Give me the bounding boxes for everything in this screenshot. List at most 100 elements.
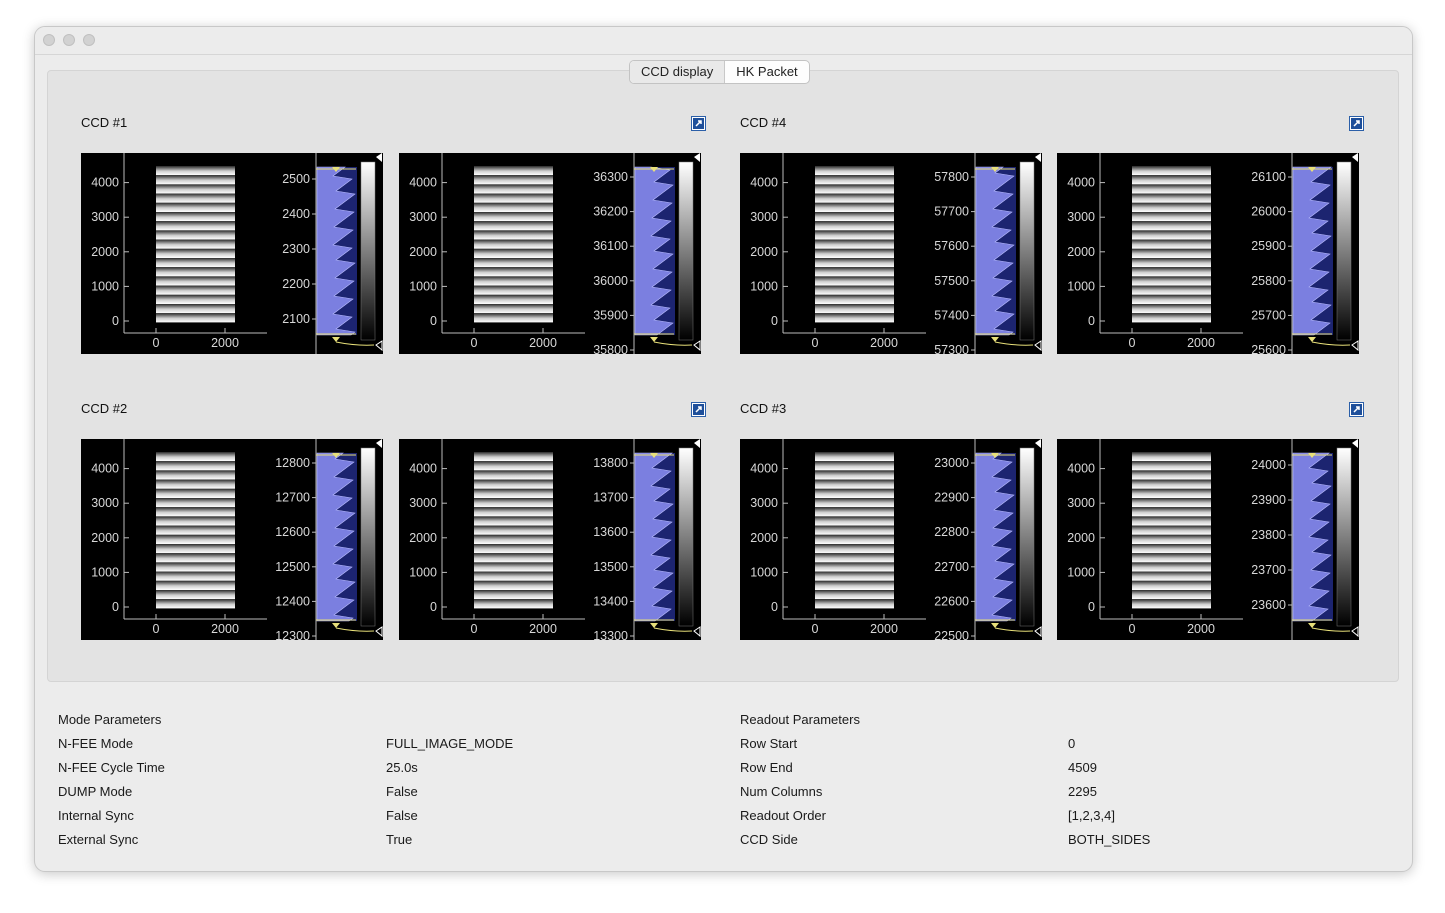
ccd-plot-canvas[interactable]: 0 1000 2000 3000 4000 0 2000 13800 13700 13600 135… — [399, 439, 701, 640]
histogram-tick: 12300 — [275, 629, 310, 640]
histogram-tick: 22500 — [934, 629, 969, 640]
histogram-widget[interactable]: 36300 36200 36100 36000 35900 35800 — [593, 153, 701, 354]
histogram-tick: 23900 — [1251, 493, 1286, 507]
ccd-2-expand-icon[interactable] — [691, 402, 706, 417]
ccd-1-expand-icon[interactable] — [691, 116, 706, 131]
image-x-tick: 0 — [153, 336, 160, 350]
image-y-tick: 4000 — [409, 176, 437, 190]
param-label: N-FEE Mode — [58, 736, 134, 751]
zoom-window-button[interactable] — [83, 34, 95, 46]
image-y-tick: 1000 — [409, 279, 437, 293]
image-y-tick: 4000 — [409, 462, 437, 476]
ccd-4-title: CCD #4 — [740, 115, 787, 130]
image-y-tick: 1000 — [750, 565, 778, 579]
ccd-2-right-plot[interactable]: 0 1000 2000 3000 4000 0 2000 13800 13700 13600 135… — [399, 439, 701, 640]
image-y-tick: 2000 — [1067, 245, 1095, 259]
histogram-tick: 25900 — [1251, 239, 1286, 253]
image-y-tick: 1000 — [91, 279, 119, 293]
ccd-3-left-plot[interactable]: 0 1000 2000 3000 4000 0 2000 23000 22900 22800 227… — [740, 439, 1042, 640]
close-window-button[interactable] — [43, 34, 55, 46]
image-y-tick: 4000 — [1067, 176, 1095, 190]
app-window: CCD display HK Packet CCD #1 CCD #4 CCD … — [34, 26, 1413, 872]
histogram-tick: 12500 — [275, 560, 310, 574]
image-x-tick: 0 — [1129, 622, 1136, 636]
histogram-widget[interactable]: 57800 57700 57600 57500 57400 57300 — [934, 153, 1042, 354]
mode-parameters-title: Mode Parameters — [58, 712, 162, 727]
param-value: FULL_IMAGE_MODE — [386, 736, 514, 751]
histogram-tick: 35800 — [593, 343, 628, 354]
ccd-1-title: CCD #1 — [81, 115, 128, 130]
histogram-tick: 23600 — [1251, 598, 1286, 612]
ccd-2-title: CCD #2 — [81, 401, 128, 416]
param-value: 2295 — [1068, 784, 1097, 799]
ccd-plot-canvas[interactable]: 0 1000 2000 3000 4000 0 2000 12800 12700 12600 125… — [81, 439, 383, 640]
image-y-tick: 2000 — [1067, 531, 1095, 545]
param-value: False — [386, 784, 418, 799]
image-y-tick: 4000 — [1067, 462, 1095, 476]
image-y-tick: 1000 — [1067, 565, 1095, 579]
histogram-widget[interactable]: 13800 13700 13600 13500 13400 13300 — [593, 439, 701, 640]
ccd-image — [1132, 452, 1211, 609]
histogram-tick: 23000 — [934, 456, 969, 470]
ccd-image — [1132, 166, 1211, 323]
histogram-tick: 57700 — [934, 205, 969, 219]
param-label: Num Columns — [740, 784, 823, 799]
histogram-widget[interactable]: 24000 23900 23800 23700 23600 — [1251, 439, 1359, 640]
param-value: True — [386, 832, 413, 847]
ccd-plot-canvas[interactable]: 0 1000 2000 3000 4000 0 2000 36300 36200 36100 360… — [399, 153, 701, 354]
ccd-plot-canvas[interactable]: 0 1000 2000 3000 4000 0 2000 2500 2400 2300 2200 21… — [81, 153, 383, 354]
image-y-tick: 2000 — [750, 245, 778, 259]
param-label: External Sync — [58, 832, 139, 847]
ccd-3-right-plot[interactable]: 0 1000 2000 3000 4000 0 2000 24000 23900 23800 237… — [1057, 439, 1359, 640]
title-bar — [35, 27, 1412, 55]
image-y-tick: 1000 — [409, 565, 437, 579]
histogram-tick: 25600 — [1251, 343, 1286, 354]
tab-hk-packet[interactable]: HK Packet — [725, 61, 808, 83]
readout-parameters-title: Readout Parameters — [740, 712, 860, 727]
histogram-tick: 13800 — [593, 456, 628, 470]
ccd-plot-canvas[interactable]: 0 1000 2000 3000 4000 0 2000 23000 22900 22800 227… — [740, 439, 1042, 640]
image-y-tick: 0 — [430, 314, 437, 328]
param-value: False — [386, 808, 418, 823]
image-y-tick: 0 — [112, 600, 119, 614]
histogram-widget[interactable]: 23000 22900 22800 22700 22600 22500 — [934, 439, 1042, 640]
histogram-tick: 24000 — [1251, 458, 1286, 472]
ccd-4-left-plot[interactable]: 0 1000 2000 3000 4000 0 2000 57800 57700 57600 575… — [740, 153, 1042, 354]
ccd-3-expand-icon[interactable] — [1349, 402, 1364, 417]
minimize-window-button[interactable] — [63, 34, 75, 46]
image-y-tick: 3000 — [1067, 496, 1095, 510]
ccd-4-right-plot[interactable]: 0 1000 2000 3000 4000 0 2000 26100 26000 25900 258… — [1057, 153, 1359, 354]
histogram-widget[interactable]: 12800 12700 12600 12500 12400 12300 — [275, 439, 383, 640]
ccd-plot-canvas[interactable]: 0 1000 2000 3000 4000 0 2000 26100 26000 25900 258… — [1057, 153, 1359, 354]
image-x-tick: 0 — [471, 622, 478, 636]
image-x-tick: 2000 — [1187, 622, 1215, 636]
param-value: BOTH_SIDES — [1068, 832, 1151, 847]
tab-ccd-display[interactable]: CCD display — [630, 61, 726, 83]
histogram-tick: 36300 — [593, 170, 628, 184]
ccd-plot-canvas[interactable]: 0 1000 2000 3000 4000 0 2000 24000 23900 23800 237… — [1057, 439, 1359, 640]
histogram-tick: 25700 — [1251, 308, 1286, 322]
image-x-tick: 2000 — [529, 622, 557, 636]
histogram-widget[interactable]: 2500 2400 2300 2200 2100 — [282, 153, 383, 354]
histogram-tick: 36000 — [593, 274, 628, 288]
ccd-2-left-plot[interactable]: 0 1000 2000 3000 4000 0 2000 12800 12700 12600 125… — [81, 439, 383, 640]
histogram-tick: 22900 — [934, 491, 969, 505]
histogram-tick: 36100 — [593, 239, 628, 253]
ccd-1-left-plot[interactable]: 0 1000 2000 3000 4000 0 2000 2500 2400 2300 2200 21… — [81, 153, 383, 354]
readout-parameters-panel: Readout Parameters Row Start 0 Row End 4… — [740, 712, 1360, 852]
ccd-4-expand-icon[interactable] — [1349, 116, 1364, 131]
ccd-1-right-plot[interactable]: 0 1000 2000 3000 4000 0 2000 36300 36200 36100 360… — [399, 153, 701, 354]
param-label: CCD Side — [740, 832, 798, 847]
image-y-tick: 0 — [1088, 600, 1095, 614]
param-label: Row End — [740, 760, 793, 775]
ccd-image — [156, 452, 235, 609]
histogram-tick: 2100 — [282, 312, 310, 326]
ccd-image — [156, 166, 235, 323]
ccd-image — [474, 166, 553, 323]
image-x-tick: 2000 — [870, 336, 898, 350]
image-y-tick: 2000 — [91, 531, 119, 545]
image-y-tick: 2000 — [750, 531, 778, 545]
image-x-tick: 2000 — [1187, 336, 1215, 350]
histogram-widget[interactable]: 26100 26000 25900 25800 25700 25600 — [1251, 153, 1359, 354]
ccd-plot-canvas[interactable]: 0 1000 2000 3000 4000 0 2000 57800 57700 57600 575… — [740, 153, 1042, 354]
